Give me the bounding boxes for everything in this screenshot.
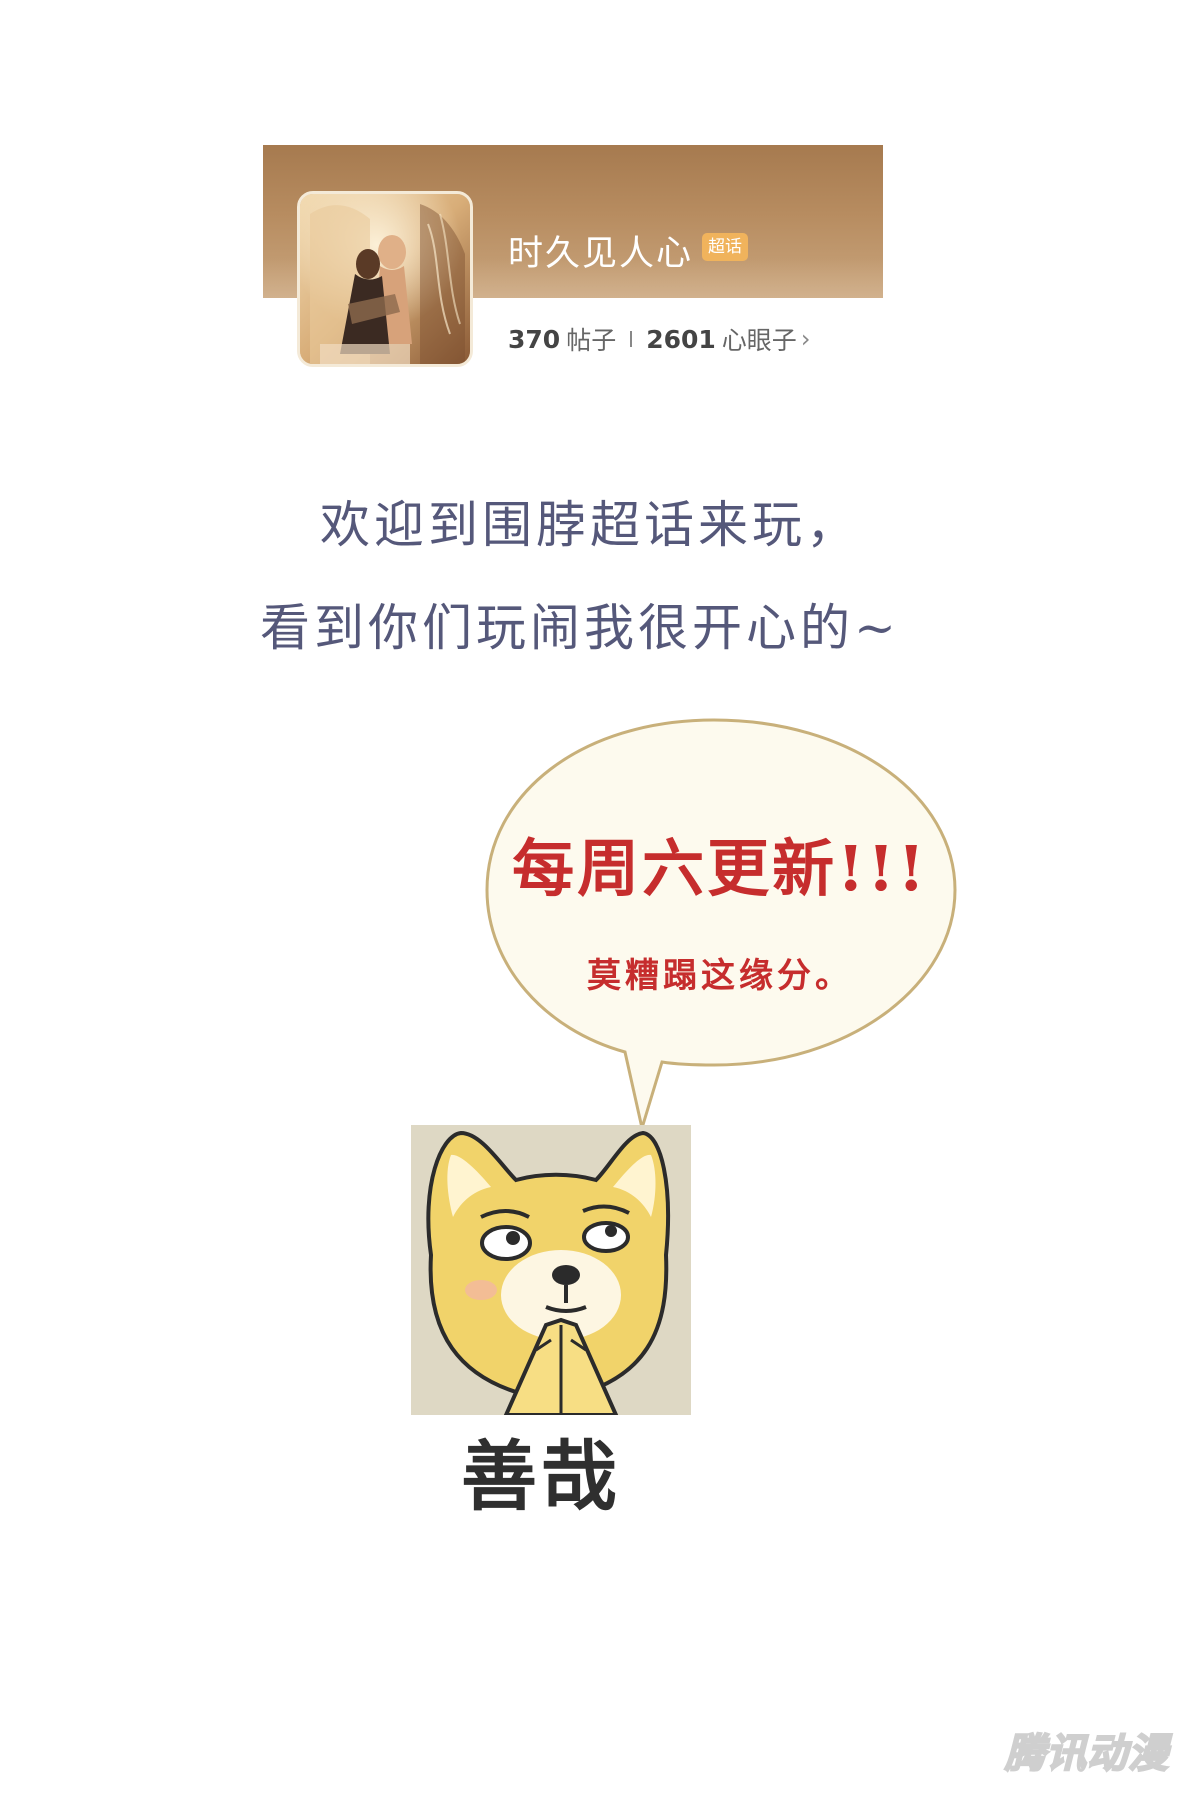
- tencent-comic-logo: 腾讯动漫: [992, 1725, 1182, 1781]
- doge-praying-icon: [411, 1125, 691, 1415]
- speech-bubble-shape: [485, 718, 957, 1134]
- update-schedule-title: 每周六更新!!!: [512, 832, 928, 905]
- meme-caption: 善哉: [461, 1435, 621, 1520]
- watermark-text: 腾讯动漫: [1004, 1732, 1173, 1776]
- watermark-logo-icon: 腾讯动漫: [1003, 1731, 1173, 1777]
- doge-meme: 善哉: [411, 1125, 691, 1525]
- update-schedule-subtitle: 莫糟蹋这缘分。: [587, 956, 853, 996]
